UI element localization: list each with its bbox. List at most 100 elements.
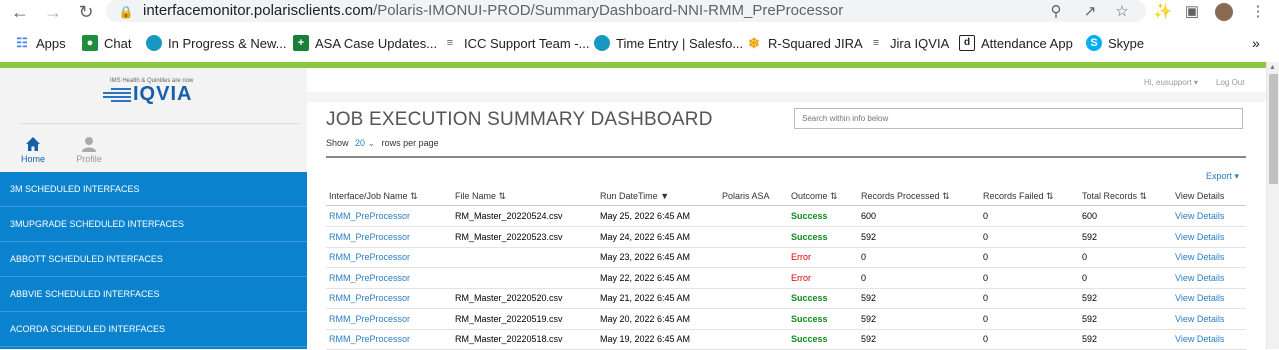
sidebar-item-abbvie[interactable]: ABBVIE SCHEDULED INTERFACES xyxy=(0,277,307,312)
tab-home[interactable]: Home xyxy=(13,136,53,164)
total-records-cell: 0 xyxy=(1082,272,1088,283)
sort-icon: ⇅ xyxy=(942,191,950,201)
file-name-cell: RM_Master_20220523.csv xyxy=(455,231,563,242)
chat-icon: ● xyxy=(82,35,98,51)
bookmark-asa-case[interactable]: + ASA Case Updates... xyxy=(293,34,437,52)
home-icon xyxy=(26,137,40,151)
plus-sheet-icon: + xyxy=(293,35,309,51)
sidebar-item-3mupgrade[interactable]: 3MUPGRADE SCHEDULED INTERFACES xyxy=(0,207,307,242)
col-header-job[interactable]: Interface/Job Name ⇅ xyxy=(329,186,418,206)
col-header-outcome[interactable]: Outcome ⇅ xyxy=(791,186,838,206)
col-header-processed[interactable]: Records Processed ⇅ xyxy=(861,186,950,206)
outcome-cell: Success xyxy=(791,211,828,221)
bookmark-skype[interactable]: S Skype xyxy=(1086,34,1144,52)
sidebar-item-abbott[interactable]: ABBOTT SCHEDULED INTERFACES xyxy=(0,242,307,277)
user-menu[interactable]: Hi, eusupport ▾ xyxy=(1144,78,1198,87)
bookmark-attendance-app[interactable]: d Attendance App xyxy=(959,34,1073,52)
view-details-link[interactable]: View Details xyxy=(1175,288,1224,309)
browser-menu-icon[interactable]: ⋮ xyxy=(1248,2,1268,22)
bookmark-in-progress[interactable]: In Progress & New... xyxy=(146,34,287,52)
col-header-total[interactable]: Total Records ⇅ xyxy=(1082,186,1147,206)
list-icon: ≡ xyxy=(442,35,458,51)
page-scrollbar[interactable]: ▲ xyxy=(1266,62,1279,349)
view-details-link[interactable]: View Details xyxy=(1175,206,1224,227)
records-failed-cell: 0 xyxy=(983,231,989,242)
zoom-icon[interactable]: ⚲ xyxy=(1046,2,1066,22)
share-icon[interactable]: ↗ xyxy=(1080,2,1100,22)
rows-per-page-select[interactable]: 20 ⌄ xyxy=(355,138,375,148)
col-header-run[interactable]: Run DateTime ▼ xyxy=(600,186,669,206)
sort-icon: ⇅ xyxy=(1046,191,1054,201)
file-name-cell: RM_Master_20220519.csv xyxy=(455,313,563,324)
sort-icon: ⇅ xyxy=(1139,191,1148,201)
view-details-link[interactable]: View Details xyxy=(1175,227,1224,248)
bookmark-apps[interactable]: ☷ Apps xyxy=(14,34,66,52)
total-records-cell: 600 xyxy=(1082,211,1098,221)
records-failed-cell: 0 xyxy=(983,272,989,283)
bookmark-icc-support[interactable]: ≡ ICC Support Team -... xyxy=(442,34,589,52)
apps-grid-icon: ☷ xyxy=(14,35,30,51)
more-bookmarks-chevron[interactable]: » xyxy=(1252,34,1260,52)
bookmarks-bar: ☷ Apps ● Chat In Progress & New... + ASA Ca… xyxy=(0,30,1279,56)
job-name-link[interactable]: RMM_PreProcessor xyxy=(329,268,410,289)
view-details-link[interactable]: View Details xyxy=(1175,329,1224,350)
sidebar-item-3m[interactable]: 3M SCHEDULED INTERFACES xyxy=(0,172,307,207)
bookmark-jira-iqvia[interactable]: ≡ Jira IQVIA xyxy=(868,34,949,52)
user-icon xyxy=(82,137,96,152)
job-name-link[interactable]: RMM_PreProcessor xyxy=(329,288,410,309)
total-records-cell: 592 xyxy=(1082,293,1098,303)
records-failed-cell: 0 xyxy=(983,293,989,303)
search-input[interactable] xyxy=(794,108,1243,129)
view-details-link[interactable]: View Details xyxy=(1175,247,1224,268)
bookmark-time-entry[interactable]: Time Entry | Salesfo... xyxy=(594,34,743,52)
export-button[interactable]: Export ▾ xyxy=(1206,171,1239,182)
lock-icon[interactable]: 🔒 xyxy=(116,2,136,22)
view-details-link[interactable]: View Details xyxy=(1175,268,1224,289)
total-records-cell: 0 xyxy=(1082,252,1088,262)
col-header-asa[interactable]: Polaris ASA xyxy=(722,186,770,206)
records-failed-cell: 0 xyxy=(983,334,989,344)
bookmark-star-icon[interactable]: ☆ xyxy=(1112,2,1132,22)
list-icon: ≡ xyxy=(868,35,884,51)
browser-toolbar: ← → ↻ 🔒 interfacemonitor.polarisclients.… xyxy=(0,0,1279,24)
sidebar-item-acorda[interactable]: ACORDA SCHEDULED INTERFACES xyxy=(0,312,307,347)
col-header-file[interactable]: File Name ⇅ xyxy=(455,186,506,206)
profile-avatar[interactable] xyxy=(1214,2,1234,22)
job-name-link[interactable]: RMM_PreProcessor xyxy=(329,329,410,350)
tab-profile[interactable]: Profile xyxy=(69,136,109,164)
job-name-link[interactable]: RMM_PreProcessor xyxy=(329,227,410,248)
reload-icon[interactable]: ↻ xyxy=(76,2,96,22)
divider xyxy=(20,123,300,124)
sidebar: IMS Health & Quintiles are now IQVIA Hom… xyxy=(0,68,307,349)
bookmark-r-squared-jira[interactable]: ❄ R-Squared JIRA xyxy=(746,34,863,52)
view-details-link[interactable]: View Details xyxy=(1175,309,1224,330)
sort-icon: ⇅ xyxy=(410,191,418,201)
back-arrow-icon[interactable]: ← xyxy=(10,2,30,22)
extensions-puzzle-icon[interactable]: ✨ xyxy=(1153,2,1173,22)
side-panel-icon[interactable]: ▣ xyxy=(1182,2,1202,22)
job-name-link[interactable]: RMM_PreProcessor xyxy=(329,247,410,268)
col-header-view: View Details xyxy=(1175,191,1225,201)
col-header-failed[interactable]: Records Failed ⇅ xyxy=(983,186,1054,206)
job-name-link[interactable]: RMM_PreProcessor xyxy=(329,309,410,330)
table-row: RMM_PreProcessor May 23, 2022 6:45 AM Erro… xyxy=(326,247,1246,268)
scrollbar-thumb[interactable] xyxy=(1269,74,1278,184)
chevron-down-icon: ⌄ xyxy=(367,138,376,148)
table-header-row: Interface/Job Name ⇅ File Name ⇅ Run Dat… xyxy=(326,186,1246,206)
records-failed-cell: 0 xyxy=(983,252,989,262)
file-name-cell: RM_Master_20220518.csv xyxy=(455,334,563,344)
forward-arrow-icon[interactable]: → xyxy=(43,2,63,22)
scroll-up-arrow-icon[interactable]: ▲ xyxy=(1269,64,1276,71)
run-datetime-cell: May 21, 2022 6:45 AM xyxy=(600,293,691,303)
job-name-link[interactable]: RMM_PreProcessor xyxy=(329,206,410,227)
bookmark-chat[interactable]: ● Chat xyxy=(82,34,131,52)
file-name-cell: RM_Master_20220520.csv xyxy=(455,293,563,303)
d-app-icon: d xyxy=(959,35,975,51)
run-datetime-cell: May 24, 2022 6:45 AM xyxy=(600,231,691,242)
records-failed-cell: 0 xyxy=(983,211,989,221)
records-processed-cell: 592 xyxy=(861,313,877,324)
logout-link[interactable]: Log Out xyxy=(1216,78,1244,87)
sort-desc-icon: ▼ xyxy=(660,191,670,201)
table-row: RMM_PreProcessor May 22, 2022 6:45 AM Erro… xyxy=(326,268,1246,289)
url-text[interactable]: interfacemonitor.polarisclients.com/Pola… xyxy=(143,2,843,19)
